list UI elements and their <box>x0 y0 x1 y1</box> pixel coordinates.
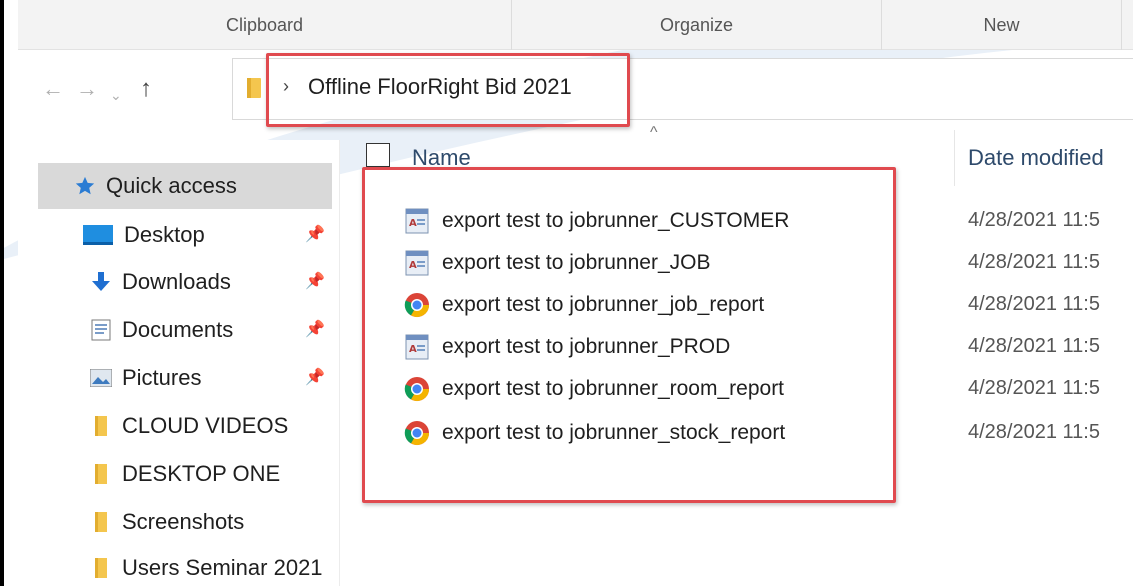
folder-icon <box>90 511 112 533</box>
pin-icon[interactable]: 📌 <box>305 367 325 387</box>
ribbon-group-new[interactable]: New <box>882 0 1122 50</box>
sidebar-item-label: Desktop <box>124 222 205 247</box>
file-date-modified: 4/28/2021 11:5 <box>968 377 1100 399</box>
column-header-date-modified[interactable]: Date modified <box>968 145 1104 171</box>
file-date-modified: 4/28/2021 11:5 <box>968 335 1100 357</box>
sidebar-item-label: CLOUD VIDEOS <box>122 413 289 438</box>
window-border <box>0 0 4 586</box>
pictures-icon <box>90 367 112 389</box>
pin-icon[interactable]: 📌 <box>305 271 325 291</box>
file-row[interactable]: export test to jobrunner_stock_report <box>404 413 785 453</box>
file-date-modified: 4/28/2021 11:5 <box>968 421 1100 443</box>
svg-text:A: A <box>409 344 417 355</box>
file-name: export test to jobrunner_CUSTOMER <box>442 209 790 232</box>
sidebar-item-label: Downloads <box>122 269 231 294</box>
folder-icon <box>90 557 112 579</box>
arrow-up-icon[interactable]: ↑ <box>140 74 152 104</box>
sidebar-item-label: Pictures <box>122 365 202 390</box>
file-name: export test to jobrunner_JOB <box>442 251 711 274</box>
file-name: export test to jobrunner_stock_report <box>442 421 786 444</box>
file-date-modified: 4/28/2021 11:5 <box>968 293 1100 315</box>
sidebar-item-desktop-one[interactable]: DESKTOP ONE <box>90 451 280 497</box>
file-row[interactable]: export test to jobrunner_job_report <box>404 285 764 325</box>
desktop-icon <box>82 224 114 246</box>
access-file-icon: A <box>404 208 430 234</box>
file-row[interactable]: A export test to jobrunner_PROD <box>404 327 730 367</box>
star-icon <box>74 175 96 197</box>
sidebar-item-documents[interactable]: Documents <box>90 307 233 353</box>
file-name: export test to jobrunner_PROD <box>442 335 731 358</box>
breadcrumb-separator-icon[interactable]: › <box>283 76 289 97</box>
sort-ascending-icon: ^ <box>650 124 658 141</box>
sidebar-item-screenshots[interactable]: Screenshots <box>90 499 244 545</box>
file-name: export test to jobrunner_job_report <box>442 293 765 316</box>
ribbon: Clipboard Organize New <box>18 0 1133 50</box>
file-date-modified: 4/28/2021 11:5 <box>968 251 1100 273</box>
folder-icon <box>90 463 112 485</box>
sidebar-item-desktop[interactable]: Desktop <box>82 212 205 258</box>
file-row[interactable]: A export test to jobrunner_CUSTOMER <box>404 201 789 241</box>
folder-icon <box>247 78 261 98</box>
arrow-right-icon[interactable]: → <box>76 74 98 104</box>
chrome-icon <box>404 420 430 446</box>
file-row[interactable]: export test to jobrunner_room_report <box>404 369 784 409</box>
ribbon-group-organize[interactable]: Organize <box>512 0 882 50</box>
sidebar-item-cloud-videos[interactable]: CLOUD VIDEOS <box>90 403 288 449</box>
select-all-checkbox[interactable] <box>366 143 390 167</box>
access-file-icon: A <box>404 250 430 276</box>
svg-text:A: A <box>409 218 417 229</box>
sidebar-item-label: Quick access <box>106 173 237 198</box>
chevron-down-icon[interactable]: ⌄ <box>110 80 122 110</box>
download-icon <box>90 271 112 293</box>
document-icon <box>90 319 112 341</box>
sidebar-item-quick-access[interactable]: Quick access <box>38 163 332 209</box>
column-divider[interactable] <box>954 130 955 186</box>
chrome-icon <box>404 292 430 318</box>
file-row[interactable]: A export test to jobrunner_JOB <box>404 243 710 283</box>
chrome-icon <box>404 376 430 402</box>
file-date-modified: 4/28/2021 11:5 <box>968 209 1100 231</box>
sidebar-item-label: DESKTOP ONE <box>122 461 281 486</box>
sidebar-item-label: Documents <box>122 317 234 342</box>
file-name: export test to jobrunner_room_report <box>442 377 785 400</box>
ribbon-group-clipboard[interactable]: Clipboard <box>18 0 512 50</box>
folder-icon <box>90 415 112 437</box>
sidebar-item-users-seminar-2021[interactable]: Users Seminar 2021 <box>90 545 323 586</box>
pin-icon[interactable]: 📌 <box>305 224 325 244</box>
column-header-name[interactable]: Name <box>412 145 471 171</box>
sidebar-item-pictures[interactable]: Pictures <box>90 355 201 401</box>
arrow-left-icon[interactable]: ← <box>42 74 64 104</box>
sidebar-item-label: Users Seminar 2021 <box>122 555 323 580</box>
breadcrumb-current-folder[interactable]: Offline FloorRight Bid 2021 <box>308 74 572 100</box>
sidebar-item-downloads[interactable]: Downloads <box>90 259 231 305</box>
sidebar-item-label: Screenshots <box>122 509 245 534</box>
svg-text:A: A <box>409 260 417 271</box>
pin-icon[interactable]: 📌 <box>305 319 325 339</box>
access-file-icon: A <box>404 334 430 360</box>
